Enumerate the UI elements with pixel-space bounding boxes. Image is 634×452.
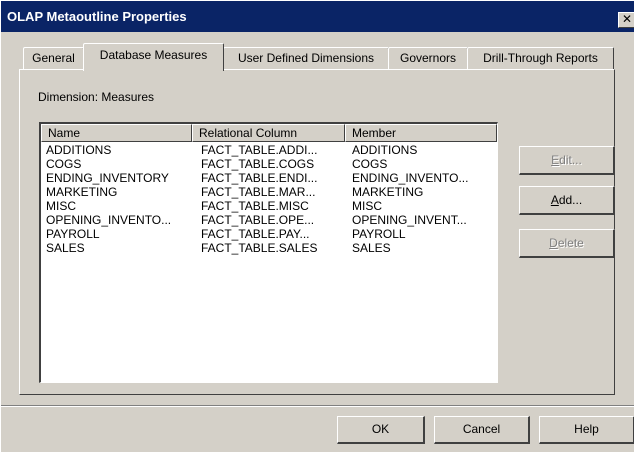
cell-relational-column: FACT_TABLE.SALES (201, 241, 318, 255)
help-button[interactable]: Help (539, 416, 634, 444)
cell-member: ADDITIONS (352, 143, 418, 157)
cell-member: COGS (352, 157, 388, 171)
table-row[interactable]: ADDITIONS FACT_TABLE.ADDI... ADDITIONS (41, 143, 497, 157)
cell-member: PAYROLL (352, 227, 406, 241)
tab-label: Governors (399, 51, 457, 65)
cell-name: MARKETING (46, 185, 118, 199)
delete-button[interactable]: Delete (519, 229, 615, 258)
cell-name: OPENING_INVENTO... (46, 213, 172, 227)
tab-general[interactable]: General (23, 47, 84, 69)
tab-user-defined-dimensions[interactable]: User Defined Dimensions (223, 47, 389, 69)
footer-separator (1, 405, 634, 407)
tab-drill-through-reports[interactable]: Drill-Through Reports (467, 47, 614, 69)
table-row[interactable]: PAYROLL FACT_TABLE.PAY... PAYROLL (41, 227, 497, 241)
cell-name: MISC (46, 199, 76, 213)
cell-relational-column: FACT_TABLE.MAR... (201, 185, 316, 199)
add-accelerator: A (550, 193, 559, 207)
column-header-member[interactable]: Member (345, 124, 497, 142)
cancel-button[interactable]: Cancel (434, 416, 530, 444)
tab-label: General (32, 51, 75, 65)
edit-button[interactable]: Edit... (519, 146, 615, 175)
close-button[interactable]: ✕ (618, 12, 634, 28)
cell-relational-column: FACT_TABLE.MISC (201, 199, 309, 213)
cell-name: SALES (46, 241, 85, 255)
cell-member: OPENING_INVENT... (352, 213, 467, 227)
edit-accelerator: E (551, 153, 560, 167)
tab-database-measures[interactable]: Database Measures (83, 43, 224, 71)
dialog-window: OLAP Metaoutline Properties ✕ General Da… (0, 0, 634, 452)
table-row[interactable]: COGS FACT_TABLE.COGS COGS (41, 157, 497, 171)
cell-relational-column: FACT_TABLE.ENDI... (201, 171, 318, 185)
measures-list[interactable]: Name Relational Column Member ADDITIONS … (39, 122, 498, 383)
table-row[interactable]: MISC FACT_TABLE.MISC MISC (41, 199, 497, 213)
cell-member: MISC (352, 199, 382, 213)
tab-label: Database Measures (99, 48, 208, 62)
cell-member: SALES (352, 241, 391, 255)
dimension-label: Dimension: Measures (38, 90, 155, 104)
cell-relational-column: FACT_TABLE.ADDI... (201, 143, 318, 157)
cell-name: PAYROLL (46, 227, 100, 241)
cell-name: ADDITIONS (46, 143, 112, 157)
table-row[interactable]: OPENING_INVENTO... FACT_TABLE.OPE... OPE… (41, 213, 497, 227)
table-row[interactable]: ENDING_INVENTORY FACT_TABLE.ENDI... ENDI… (41, 171, 497, 185)
delete-accelerator: D (549, 236, 558, 250)
cell-member: MARKETING (352, 185, 424, 199)
cell-relational-column: FACT_TABLE.COGS (201, 157, 315, 171)
window-title: OLAP Metaoutline Properties (7, 9, 187, 24)
cell-member: ENDING_INVENTO... (352, 171, 469, 185)
ok-button[interactable]: OK (337, 416, 425, 444)
cell-name: ENDING_INVENTORY (46, 171, 169, 185)
cell-relational-column: FACT_TABLE.PAY... (201, 227, 310, 241)
add-button[interactable]: Add... (519, 186, 615, 215)
tab-label: User Defined Dimensions (237, 51, 375, 65)
tab-label: Drill-Through Reports (483, 51, 598, 65)
cell-name: COGS (46, 157, 82, 171)
column-header-name[interactable]: Name (41, 124, 192, 142)
table-row[interactable]: SALES FACT_TABLE.SALES SALES (41, 241, 497, 255)
table-row[interactable]: MARKETING FACT_TABLE.MAR... MARKETING (41, 185, 497, 199)
cell-relational-column: FACT_TABLE.OPE... (201, 213, 315, 227)
tab-governors[interactable]: Governors (388, 47, 468, 69)
column-header-relational-column[interactable]: Relational Column (192, 124, 345, 142)
title-bar[interactable]: OLAP Metaoutline Properties ✕ (1, 1, 634, 32)
close-icon: ✕ (622, 12, 633, 26)
